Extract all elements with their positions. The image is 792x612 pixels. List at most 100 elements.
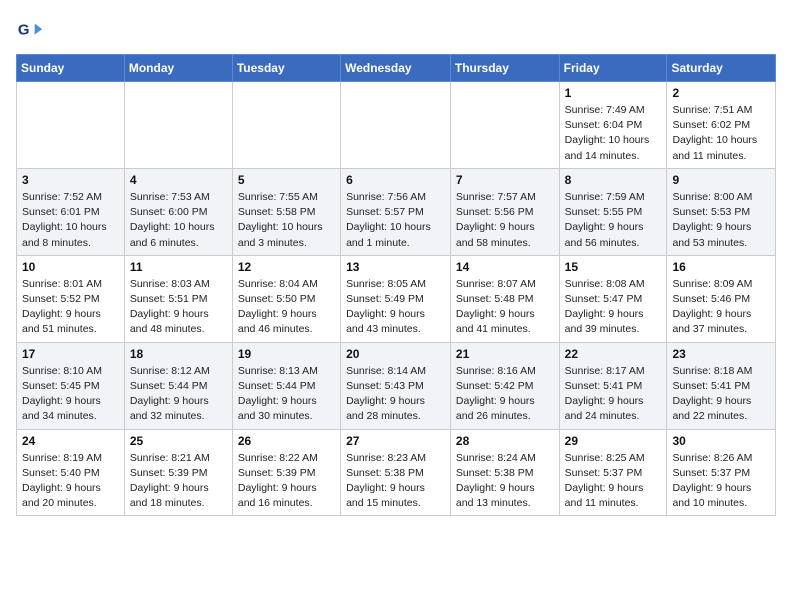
day-info: Sunrise: 7:52 AM Sunset: 6:01 PM Dayligh… — [22, 190, 119, 251]
calendar-cell — [450, 82, 559, 169]
day-info: Sunrise: 8:07 AM Sunset: 5:48 PM Dayligh… — [456, 277, 554, 338]
calendar-cell: 22 Sunrise: 8:17 AM Sunset: 5:41 PM Dayli… — [559, 342, 667, 429]
calendar-cell — [232, 82, 340, 169]
calendar-cell: 15 Sunrise: 8:08 AM Sunset: 5:47 PM Dayli… — [559, 255, 667, 342]
day-info: Sunrise: 7:53 AM Sunset: 6:00 PM Dayligh… — [130, 190, 227, 251]
day-number: 23 — [672, 347, 770, 361]
calendar-body: 1 Sunrise: 7:49 AM Sunset: 6:04 PM Daylig… — [17, 82, 776, 516]
calendar-cell: 21 Sunrise: 8:16 AM Sunset: 5:42 PM Dayli… — [450, 342, 559, 429]
week-row-2: 3 Sunrise: 7:52 AM Sunset: 6:01 PM Daylig… — [17, 168, 776, 255]
calendar-table: SundayMondayTuesdayWednesdayThursdayFrid… — [16, 54, 776, 516]
calendar-cell: 17Sunrise: 8:10 AM Sunset: 5:45 PM Dayli… — [17, 342, 125, 429]
day-info: Sunrise: 8:25 AM Sunset: 5:37 PM Dayligh… — [565, 451, 662, 512]
day-info: Sunrise: 8:26 AM Sunset: 5:37 PM Dayligh… — [672, 451, 770, 512]
calendar-cell: 20 Sunrise: 8:14 AM Sunset: 5:43 PM Dayli… — [341, 342, 451, 429]
day-info: Sunrise: 8:18 AM Sunset: 5:41 PM Dayligh… — [672, 364, 770, 425]
day-info: Sunrise: 8:12 AM Sunset: 5:44 PM Dayligh… — [130, 364, 227, 425]
calendar-cell: 5 Sunrise: 7:55 AM Sunset: 5:58 PM Daylig… — [232, 168, 340, 255]
calendar-cell: 28Sunrise: 8:24 AM Sunset: 5:38 PM Dayli… — [450, 429, 559, 516]
calendar-cell: 26 Sunrise: 8:22 AM Sunset: 5:39 PM Dayli… — [232, 429, 340, 516]
page-header: G — [16, 16, 776, 44]
day-number: 12 — [238, 260, 335, 274]
day-number: 6 — [346, 173, 445, 187]
dow-wednesday: Wednesday — [341, 55, 451, 82]
day-number: 11 — [130, 260, 227, 274]
day-number: 2 — [672, 86, 770, 100]
calendar-cell: 24 Sunrise: 8:19 AM Sunset: 5:40 PM Dayli… — [17, 429, 125, 516]
calendar-cell — [17, 82, 125, 169]
calendar-cell: 18 Sunrise: 8:12 AM Sunset: 5:44 PM Dayli… — [124, 342, 232, 429]
logo-icon: G — [16, 16, 44, 44]
day-info: Sunrise: 7:56 AM Sunset: 5:57 PM Dayligh… — [346, 190, 445, 251]
day-info: Sunrise: 7:51 AM Sunset: 6:02 PM Dayligh… — [672, 103, 770, 164]
calendar-cell: 3 Sunrise: 7:52 AM Sunset: 6:01 PM Daylig… — [17, 168, 125, 255]
day-info: Sunrise: 8:09 AM Sunset: 5:46 PM Dayligh… — [672, 277, 770, 338]
day-info: Sunrise: 8:00 AM Sunset: 5:53 PM Dayligh… — [672, 190, 770, 251]
day-info: Sunrise: 8:13 AM Sunset: 5:44 PM Dayligh… — [238, 364, 335, 425]
calendar-cell: 27 Sunrise: 8:23 AM Sunset: 5:38 PM Dayli… — [341, 429, 451, 516]
day-number: 22 — [565, 347, 662, 361]
svg-text:G: G — [18, 22, 30, 39]
week-row-3: 10 Sunrise: 8:01 AM Sunset: 5:52 PM Dayli… — [17, 255, 776, 342]
calendar-cell: 29 Sunrise: 8:25 AM Sunset: 5:37 PM Dayli… — [559, 429, 667, 516]
day-number: 28 — [456, 434, 554, 448]
calendar-cell: 7 Sunrise: 7:57 AM Sunset: 5:56 PM Daylig… — [450, 168, 559, 255]
calendar-cell: 16Sunrise: 8:09 AM Sunset: 5:46 PM Dayli… — [667, 255, 776, 342]
calendar-cell: 11 Sunrise: 8:03 AM Sunset: 5:51 PM Dayli… — [124, 255, 232, 342]
day-info: Sunrise: 8:01 AM Sunset: 5:52 PM Dayligh… — [22, 277, 119, 338]
day-number: 17 — [22, 347, 119, 361]
day-info: Sunrise: 8:05 AM Sunset: 5:49 PM Dayligh… — [346, 277, 445, 338]
day-number: 5 — [238, 173, 335, 187]
day-info: Sunrise: 8:17 AM Sunset: 5:41 PM Dayligh… — [565, 364, 662, 425]
day-info: Sunrise: 8:14 AM Sunset: 5:43 PM Dayligh… — [346, 364, 445, 425]
day-number: 24 — [22, 434, 119, 448]
calendar-cell: 8 Sunrise: 7:59 AM Sunset: 5:55 PM Daylig… — [559, 168, 667, 255]
day-number: 20 — [346, 347, 445, 361]
calendar-cell: 9Sunrise: 8:00 AM Sunset: 5:53 PM Daylig… — [667, 168, 776, 255]
day-number: 4 — [130, 173, 227, 187]
day-info: Sunrise: 7:57 AM Sunset: 5:56 PM Dayligh… — [456, 190, 554, 251]
day-number: 21 — [456, 347, 554, 361]
day-info: Sunrise: 8:21 AM Sunset: 5:39 PM Dayligh… — [130, 451, 227, 512]
day-info: Sunrise: 8:22 AM Sunset: 5:39 PM Dayligh… — [238, 451, 335, 512]
day-number: 7 — [456, 173, 554, 187]
day-number: 15 — [565, 260, 662, 274]
day-number: 14 — [456, 260, 554, 274]
calendar-cell: 4 Sunrise: 7:53 AM Sunset: 6:00 PM Daylig… — [124, 168, 232, 255]
day-number: 3 — [22, 173, 119, 187]
day-info: Sunrise: 7:59 AM Sunset: 5:55 PM Dayligh… — [565, 190, 662, 251]
day-info: Sunrise: 7:55 AM Sunset: 5:58 PM Dayligh… — [238, 190, 335, 251]
day-info: Sunrise: 8:23 AM Sunset: 5:38 PM Dayligh… — [346, 451, 445, 512]
calendar-cell: 30 Sunrise: 8:26 AM Sunset: 5:37 PM Dayli… — [667, 429, 776, 516]
day-info: Sunrise: 8:08 AM Sunset: 5:47 PM Dayligh… — [565, 277, 662, 338]
logo: G — [16, 16, 48, 44]
day-number: 8 — [565, 173, 662, 187]
day-info: Sunrise: 8:03 AM Sunset: 5:51 PM Dayligh… — [130, 277, 227, 338]
dow-sunday: Sunday — [17, 55, 125, 82]
dow-saturday: Saturday — [667, 55, 776, 82]
day-number: 18 — [130, 347, 227, 361]
dow-monday: Monday — [124, 55, 232, 82]
day-info: Sunrise: 8:19 AM Sunset: 5:40 PM Dayligh… — [22, 451, 119, 512]
day-number: 29 — [565, 434, 662, 448]
day-number: 1 — [565, 86, 662, 100]
calendar-cell: 1 Sunrise: 7:49 AM Sunset: 6:04 PM Daylig… — [559, 82, 667, 169]
day-info: Sunrise: 8:16 AM Sunset: 5:42 PM Dayligh… — [456, 364, 554, 425]
week-row-4: 17Sunrise: 8:10 AM Sunset: 5:45 PM Dayli… — [17, 342, 776, 429]
dow-tuesday: Tuesday — [232, 55, 340, 82]
calendar-cell: 10 Sunrise: 8:01 AM Sunset: 5:52 PM Dayli… — [17, 255, 125, 342]
days-of-week-row: SundayMondayTuesdayWednesdayThursdayFrid… — [17, 55, 776, 82]
day-info: Sunrise: 7:49 AM Sunset: 6:04 PM Dayligh… — [565, 103, 662, 164]
day-number: 26 — [238, 434, 335, 448]
day-number: 30 — [672, 434, 770, 448]
calendar-cell — [341, 82, 451, 169]
day-number: 10 — [22, 260, 119, 274]
calendar-cell: 12 Sunrise: 8:04 AM Sunset: 5:50 PM Dayli… — [232, 255, 340, 342]
calendar-cell: 2 Sunrise: 7:51 AM Sunset: 6:02 PM Daylig… — [667, 82, 776, 169]
day-number: 27 — [346, 434, 445, 448]
day-info: Sunrise: 8:04 AM Sunset: 5:50 PM Dayligh… — [238, 277, 335, 338]
calendar-cell: 13 Sunrise: 8:05 AM Sunset: 5:49 PM Dayli… — [341, 255, 451, 342]
day-number: 13 — [346, 260, 445, 274]
dow-friday: Friday — [559, 55, 667, 82]
dow-thursday: Thursday — [450, 55, 559, 82]
